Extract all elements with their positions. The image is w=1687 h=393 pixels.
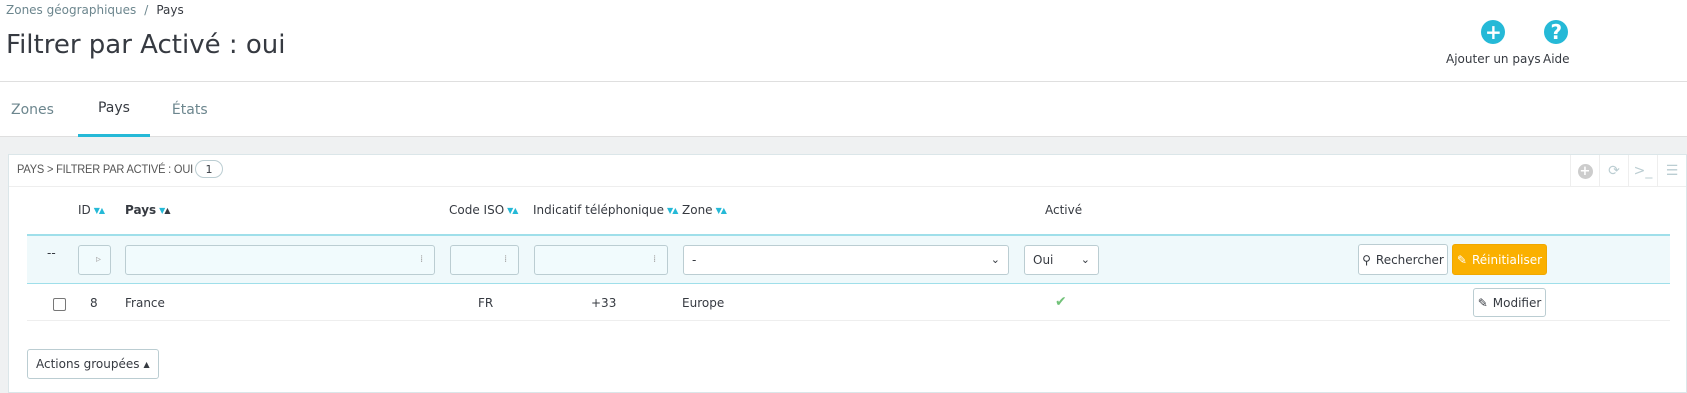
column-name-label: Pays bbox=[125, 203, 157, 217]
bulk-actions-label: Actions groupées bbox=[36, 357, 140, 371]
filter-icon: ⁞ bbox=[504, 254, 508, 265]
edit-button-label: Modifier bbox=[1492, 295, 1542, 310]
help-label: Aide bbox=[1543, 52, 1570, 66]
filter-row: -- ▹ ⁞ ⁞ ⁞ - ⌄ Oui ⌄ ⚲ Rechercher ✎ Réin… bbox=[27, 234, 1670, 284]
filter-icon: ⁞ bbox=[653, 254, 657, 265]
help-button[interactable]: ? Aide bbox=[1543, 20, 1570, 66]
pencil-icon: ✎ bbox=[1477, 295, 1488, 310]
export-sql-manager-tool[interactable]: ☰ bbox=[1657, 155, 1686, 187]
filter-zone-select[interactable]: - ⌄ bbox=[683, 245, 1009, 275]
page-header: Zones géographiques / Pays Filtrer par A… bbox=[0, 0, 1687, 82]
chevron-down-icon: ⌄ bbox=[990, 253, 1000, 266]
sql-query-tool[interactable]: >_ bbox=[1628, 155, 1657, 187]
filter-active-select[interactable]: Oui ⌄ bbox=[1024, 245, 1099, 275]
column-phone: Indicatif téléphonique ▼▲ bbox=[533, 203, 678, 217]
panel-tools: + ⟳ >_ ☰ bbox=[1570, 155, 1686, 187]
panel-heading: PAYS > FILTRER PAR ACTIVÉ : OUI 1 + ⟳ >_… bbox=[9, 155, 1686, 187]
filter-phone-input[interactable]: ⁞ bbox=[534, 245, 668, 275]
breadcrumb-separator: / bbox=[144, 3, 149, 17]
table-header-row: ID ▼▲ Pays ▼▲ Code ISO ▼▲ Indicatif télé… bbox=[27, 203, 1670, 223]
column-name: Pays ▼▲ bbox=[125, 203, 171, 217]
tab-etats[interactable]: États bbox=[150, 82, 219, 137]
filter-icon: ⁞ bbox=[420, 254, 424, 265]
edit-button[interactable]: ✎ Modifier bbox=[1473, 288, 1546, 317]
add-circle-icon: + bbox=[1481, 20, 1506, 44]
column-zone-label: Zone bbox=[682, 203, 713, 217]
sort-arrows-icon[interactable]: ▼▲ bbox=[716, 206, 727, 215]
column-id: ID ▼▲ bbox=[78, 203, 105, 217]
table-row: 8 France FR +33 Europe ✔ ✎ Modifier bbox=[27, 285, 1670, 321]
tab-pays[interactable]: Pays bbox=[77, 82, 150, 137]
countries-panel: PAYS > FILTRER PAR ACTIVÉ : OUI 1 + ⟳ >_… bbox=[8, 154, 1687, 393]
breadcrumb-current: Pays bbox=[156, 3, 184, 17]
search-button[interactable]: ⚲ Rechercher bbox=[1358, 244, 1448, 275]
search-icon: ⚲ bbox=[1362, 252, 1371, 267]
cell-zone: Europe bbox=[682, 296, 725, 310]
column-iso-label: Code ISO bbox=[449, 203, 505, 217]
filter-iso-input[interactable]: ⁞ bbox=[450, 245, 519, 275]
breadcrumb-parent[interactable]: Zones géographiques bbox=[6, 3, 136, 17]
reset-button[interactable]: ✎ Réinitialiser bbox=[1452, 244, 1547, 275]
sort-arrows-icon[interactable]: ▼▲ bbox=[159, 206, 170, 215]
active-check-icon[interactable]: ✔ bbox=[1055, 294, 1067, 310]
bulk-actions-button[interactable]: Actions groupées ▲ bbox=[27, 349, 159, 379]
add-country-label: Ajouter un pays bbox=[1446, 52, 1541, 66]
filter-id-input[interactable]: ▹ bbox=[78, 245, 111, 275]
sort-arrows-icon[interactable]: ▼▲ bbox=[507, 206, 518, 215]
add-new-tool[interactable]: + bbox=[1570, 155, 1599, 187]
filter-row-marker: -- bbox=[47, 246, 56, 260]
filter-icon: ▹ bbox=[96, 254, 102, 265]
cell-id: 8 bbox=[90, 296, 98, 310]
panel-title: PAYS > FILTRER PAR ACTIVÉ : OUI bbox=[17, 162, 193, 176]
result-count-badge: 1 bbox=[195, 160, 223, 178]
column-zone: Zone ▼▲ bbox=[682, 203, 727, 217]
sort-arrows-icon[interactable]: ▼▲ bbox=[94, 206, 105, 215]
chevron-down-icon: ⌄ bbox=[1080, 253, 1090, 266]
column-id-label: ID bbox=[78, 203, 91, 217]
caret-up-icon: ▲ bbox=[143, 359, 150, 369]
column-phone-label: Indicatif téléphonique bbox=[533, 203, 665, 217]
refresh-icon: ⟳ bbox=[1608, 163, 1620, 179]
add-country-button[interactable]: + Ajouter un pays bbox=[1446, 20, 1541, 66]
reset-button-label: Réinitialiser bbox=[1471, 252, 1543, 267]
add-icon: + bbox=[1577, 163, 1593, 179]
column-active: Activé bbox=[1045, 203, 1082, 217]
filter-name-input[interactable]: ⁞ bbox=[125, 245, 435, 275]
help-icon: ? bbox=[1544, 20, 1569, 44]
database-icon: ☰ bbox=[1665, 163, 1679, 179]
column-active-label: Activé bbox=[1045, 203, 1083, 217]
sort-arrows-icon[interactable]: ▼▲ bbox=[667, 206, 678, 215]
column-iso: Code ISO ▼▲ bbox=[449, 203, 518, 217]
filter-active-value: Oui bbox=[1033, 253, 1054, 267]
breadcrumb: Zones géographiques / Pays bbox=[6, 3, 184, 17]
refresh-tool[interactable]: ⟳ bbox=[1599, 155, 1628, 187]
tab-zones[interactable]: Zones bbox=[0, 82, 78, 137]
eraser-icon: ✎ bbox=[1456, 252, 1467, 267]
cell-iso: FR bbox=[478, 296, 494, 310]
search-button-label: Rechercher bbox=[1375, 252, 1444, 267]
terminal-icon: >_ bbox=[1633, 163, 1653, 179]
tabs-bar: Zones Pays États bbox=[0, 82, 1687, 137]
cell-phone: +33 bbox=[591, 296, 617, 310]
cell-name: France bbox=[125, 296, 165, 310]
filter-zone-value: - bbox=[692, 253, 697, 267]
row-checkbox[interactable] bbox=[53, 298, 66, 311]
page-title: Filtrer par Activé : oui bbox=[6, 30, 286, 60]
